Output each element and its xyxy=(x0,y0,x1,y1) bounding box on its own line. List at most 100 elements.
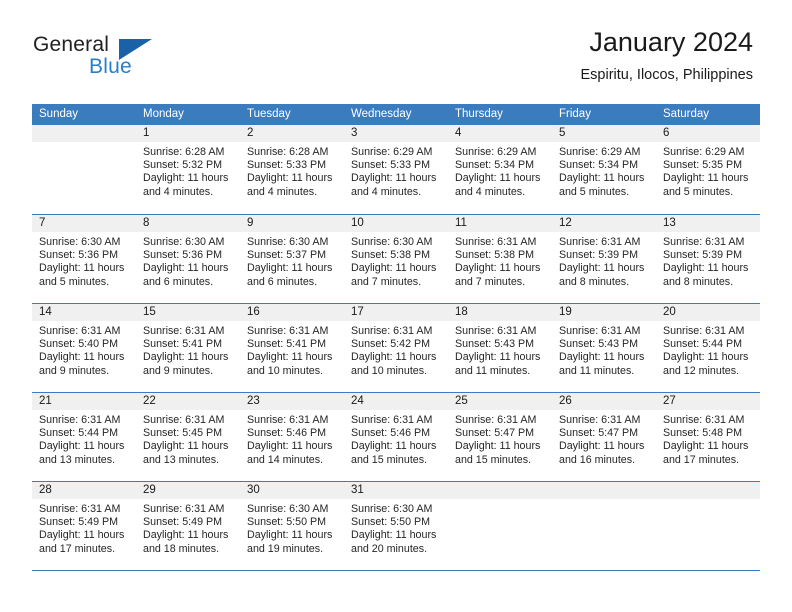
day-number: 26 xyxy=(552,393,656,410)
calendar-day-cell[interactable]: 14 Sunrise: 6:31 AM Sunset: 5:40 PM Dayligh… xyxy=(32,304,136,392)
day-number: 30 xyxy=(240,482,344,499)
daylight-duration-line2: and 6 minutes. xyxy=(143,275,214,288)
sunrise-time: Sunrise: 6:31 AM xyxy=(39,414,121,426)
day-details: Sunrise: 6:30 AM Sunset: 5:37 PM Daylight:… xyxy=(240,232,344,289)
day-details: Sunrise: 6:30 AM Sunset: 5:50 PM Daylight:… xyxy=(240,499,344,556)
page-title: January 2024 xyxy=(589,27,753,57)
calendar-day-cell[interactable]: 6 Sunrise: 6:29 AM Sunset: 5:35 PM Daylight… xyxy=(656,125,760,214)
day-number: 2 xyxy=(240,125,344,142)
sunset-time: Sunset: 5:44 PM xyxy=(663,338,743,351)
sunrise-time: Sunrise: 6:31 AM xyxy=(351,414,433,426)
weekday-header-friday: Friday xyxy=(559,108,591,120)
day-details: Sunrise: 6:29 AM Sunset: 5:35 PM Daylight:… xyxy=(656,142,760,199)
calendar-day-cell[interactable]: 25 Sunrise: 6:31 AM Sunset: 5:47 PM Dayligh… xyxy=(448,393,552,481)
calendar-week-row: 7 Sunrise: 6:30 AM Sunset: 5:36 PM Daylight… xyxy=(32,214,760,303)
sunrise-time: Sunrise: 6:30 AM xyxy=(39,236,121,248)
sunset-time: Sunset: 5:37 PM xyxy=(247,249,327,262)
daylight-duration-line2: and 5 minutes. xyxy=(663,185,734,198)
sunset-time: Sunset: 5:47 PM xyxy=(559,427,639,440)
day-details: Sunrise: 6:30 AM Sunset: 5:38 PM Daylight:… xyxy=(344,232,448,289)
calendar-day-cell[interactable]: 11 Sunrise: 6:31 AM Sunset: 5:38 PM Dayligh… xyxy=(448,215,552,303)
daylight-duration-line2: and 14 minutes. xyxy=(247,453,324,466)
calendar-day-cell[interactable]: 1 Sunrise: 6:28 AM Sunset: 5:32 PM Daylight… xyxy=(136,125,240,214)
calendar-day-cell[interactable]: 4 Sunrise: 6:29 AM Sunset: 5:34 PM Daylight… xyxy=(448,125,552,214)
day-details: Sunrise: 6:30 AM Sunset: 5:36 PM Daylight:… xyxy=(136,232,240,289)
sunset-time: Sunset: 5:47 PM xyxy=(455,427,535,440)
calendar-day-cell[interactable]: 20 Sunrise: 6:31 AM Sunset: 5:44 PM Dayligh… xyxy=(656,304,760,392)
calendar-day-cell[interactable]: 19 Sunrise: 6:31 AM Sunset: 5:43 PM Dayligh… xyxy=(552,304,656,392)
sunrise-time: Sunrise: 6:29 AM xyxy=(663,146,745,158)
daylight-duration-line2: and 11 minutes. xyxy=(559,364,635,377)
calendar-day-cell[interactable]: 13 Sunrise: 6:31 AM Sunset: 5:39 PM Dayligh… xyxy=(656,215,760,303)
calendar-day-cell[interactable]: 2 Sunrise: 6:28 AM Sunset: 5:33 PM Daylight… xyxy=(240,125,344,214)
sunrise-time: Sunrise: 6:28 AM xyxy=(143,146,225,158)
calendar-day-cell[interactable]: 12 Sunrise: 6:31 AM Sunset: 5:39 PM Dayligh… xyxy=(552,215,656,303)
calendar-day-cell[interactable]: 3 Sunrise: 6:29 AM Sunset: 5:33 PM Daylight… xyxy=(344,125,448,214)
day-details: Sunrise: 6:31 AM Sunset: 5:46 PM Daylight:… xyxy=(344,410,448,467)
brand-logo[interactable]: General Blue xyxy=(33,33,233,85)
sunset-time: Sunset: 5:41 PM xyxy=(143,338,223,351)
calendar-day-cell[interactable]: 5 Sunrise: 6:29 AM Sunset: 5:34 PM Daylight… xyxy=(552,125,656,214)
sunrise-time: Sunrise: 6:31 AM xyxy=(559,414,641,426)
day-number: 23 xyxy=(240,393,344,410)
calendar-day-cell[interactable]: 18 Sunrise: 6:31 AM Sunset: 5:43 PM Dayligh… xyxy=(448,304,552,392)
calendar-day-cell[interactable]: 29 Sunrise: 6:31 AM Sunset: 5:49 PM Dayligh… xyxy=(136,482,240,570)
day-number xyxy=(656,482,760,499)
daylight-duration-line2: and 5 minutes. xyxy=(39,275,110,288)
sunrise-time: Sunrise: 6:30 AM xyxy=(351,503,433,515)
calendar-day-cell[interactable]: 27 Sunrise: 6:31 AM Sunset: 5:48 PM Dayligh… xyxy=(656,393,760,481)
sunrise-time: Sunrise: 6:31 AM xyxy=(247,414,329,426)
day-number: 18 xyxy=(448,304,552,321)
daylight-duration-line1: Daylight: 11 hours xyxy=(143,529,229,542)
day-number: 6 xyxy=(656,125,760,142)
sunset-time: Sunset: 5:36 PM xyxy=(143,249,223,262)
calendar-day-cell[interactable]: 26 Sunrise: 6:31 AM Sunset: 5:47 PM Dayligh… xyxy=(552,393,656,481)
day-details: Sunrise: 6:31 AM Sunset: 5:45 PM Daylight:… xyxy=(136,410,240,467)
daylight-duration-line1: Daylight: 11 hours xyxy=(663,351,749,364)
calendar-day-cell[interactable]: 16 Sunrise: 6:31 AM Sunset: 5:41 PM Dayligh… xyxy=(240,304,344,392)
sunset-time: Sunset: 5:35 PM xyxy=(663,159,743,172)
day-number: 20 xyxy=(656,304,760,321)
sunset-time: Sunset: 5:33 PM xyxy=(351,159,431,172)
calendar-day-cell[interactable]: 15 Sunrise: 6:31 AM Sunset: 5:41 PM Dayligh… xyxy=(136,304,240,392)
sunrise-time: Sunrise: 6:31 AM xyxy=(455,325,537,337)
daylight-duration-line1: Daylight: 11 hours xyxy=(247,351,333,364)
day-number: 24 xyxy=(344,393,448,410)
calendar-day-cell[interactable]: 22 Sunrise: 6:31 AM Sunset: 5:45 PM Dayligh… xyxy=(136,393,240,481)
calendar-day-cell[interactable]: 31 Sunrise: 6:30 AM Sunset: 5:50 PM Dayligh… xyxy=(344,482,448,570)
day-number: 28 xyxy=(32,482,136,499)
calendar-day-cell[interactable]: 17 Sunrise: 6:31 AM Sunset: 5:42 PM Dayligh… xyxy=(344,304,448,392)
calendar-day-cell[interactable]: 21 Sunrise: 6:31 AM Sunset: 5:44 PM Dayligh… xyxy=(32,393,136,481)
sunrise-time: Sunrise: 6:31 AM xyxy=(663,325,745,337)
calendar-day-cell[interactable]: 9 Sunrise: 6:30 AM Sunset: 5:37 PM Daylight… xyxy=(240,215,344,303)
sunset-time: Sunset: 5:43 PM xyxy=(455,338,535,351)
calendar-day-cell-empty xyxy=(552,482,656,570)
calendar-day-cell[interactable]: 10 Sunrise: 6:30 AM Sunset: 5:38 PM Dayligh… xyxy=(344,215,448,303)
calendar-day-cell[interactable]: 23 Sunrise: 6:31 AM Sunset: 5:46 PM Dayligh… xyxy=(240,393,344,481)
sunset-time: Sunset: 5:42 PM xyxy=(351,338,431,351)
sunrise-time: Sunrise: 6:30 AM xyxy=(247,236,329,248)
day-details: Sunrise: 6:31 AM Sunset: 5:49 PM Daylight:… xyxy=(136,499,240,556)
calendar-day-cell[interactable]: 8 Sunrise: 6:30 AM Sunset: 5:36 PM Daylight… xyxy=(136,215,240,303)
daylight-duration-line1: Daylight: 11 hours xyxy=(143,440,229,453)
day-number: 25 xyxy=(448,393,552,410)
calendar-day-cell[interactable]: 24 Sunrise: 6:31 AM Sunset: 5:46 PM Dayligh… xyxy=(344,393,448,481)
daylight-duration-line1: Daylight: 11 hours xyxy=(455,440,541,453)
calendar-day-cell[interactable]: 7 Sunrise: 6:30 AM Sunset: 5:36 PM Daylight… xyxy=(32,215,136,303)
calendar-day-cell-empty xyxy=(448,482,552,570)
sunrise-time: Sunrise: 6:31 AM xyxy=(143,414,225,426)
sunrise-time: Sunrise: 6:31 AM xyxy=(663,236,745,248)
calendar-day-cell-empty xyxy=(32,125,136,214)
weekday-header-tuesday: Tuesday xyxy=(247,108,291,120)
calendar-day-cell[interactable]: 30 Sunrise: 6:30 AM Sunset: 5:50 PM Dayligh… xyxy=(240,482,344,570)
day-number: 4 xyxy=(448,125,552,142)
calendar-day-cell[interactable]: 28 Sunrise: 6:31 AM Sunset: 5:49 PM Dayligh… xyxy=(32,482,136,570)
day-details: Sunrise: 6:31 AM Sunset: 5:40 PM Daylight:… xyxy=(32,321,136,378)
daylight-duration-line1: Daylight: 11 hours xyxy=(559,351,645,364)
day-number: 21 xyxy=(32,393,136,410)
daylight-duration-line1: Daylight: 11 hours xyxy=(455,351,541,364)
weekday-header-monday: Monday xyxy=(143,108,184,120)
sunrise-time: Sunrise: 6:29 AM xyxy=(455,146,537,158)
daylight-duration-line1: Daylight: 11 hours xyxy=(663,172,749,185)
sunset-time: Sunset: 5:38 PM xyxy=(455,249,535,262)
